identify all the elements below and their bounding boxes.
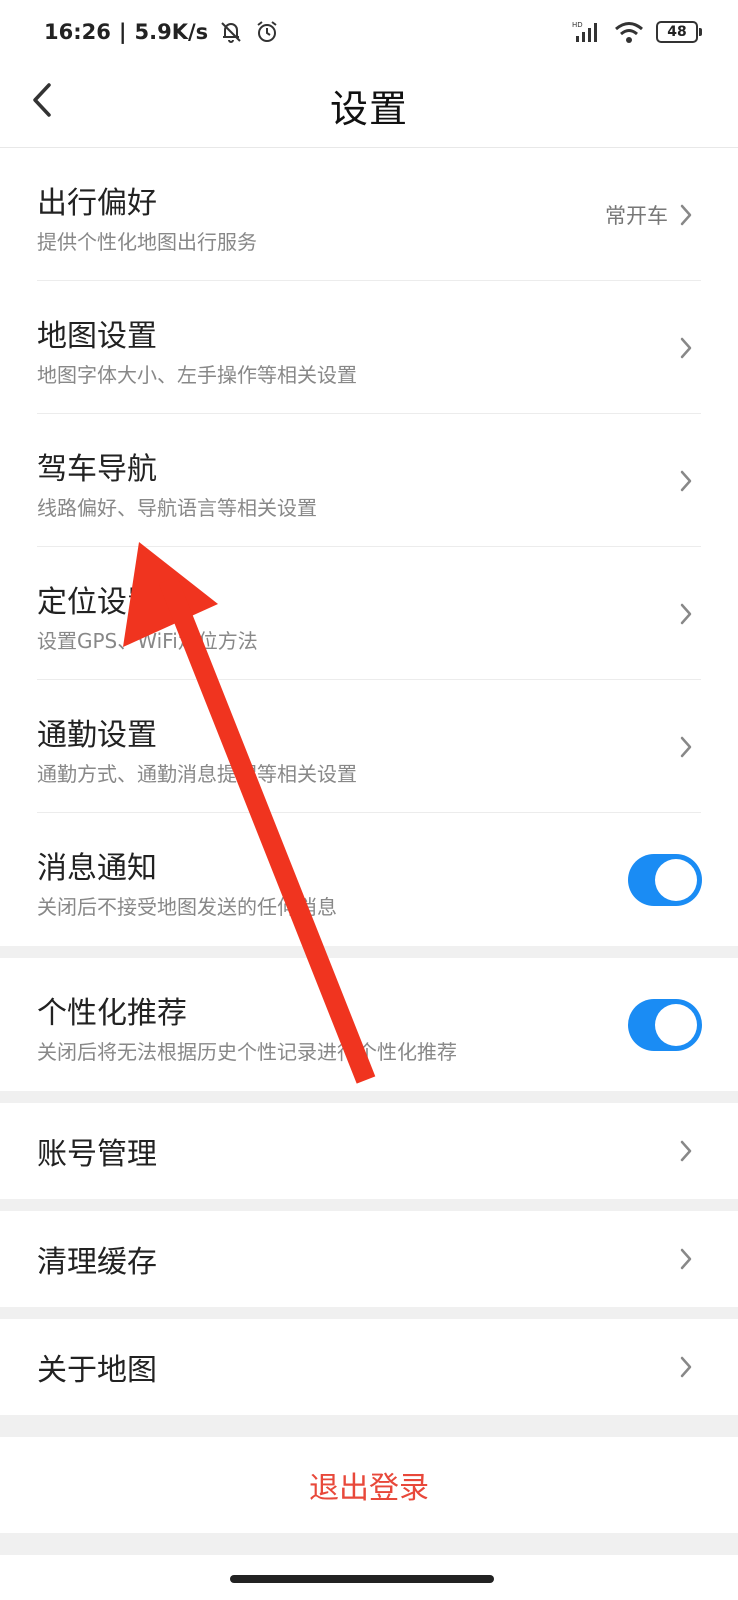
- annotation-arrow: [123, 542, 376, 1084]
- home-indicator: [230, 1575, 494, 1583]
